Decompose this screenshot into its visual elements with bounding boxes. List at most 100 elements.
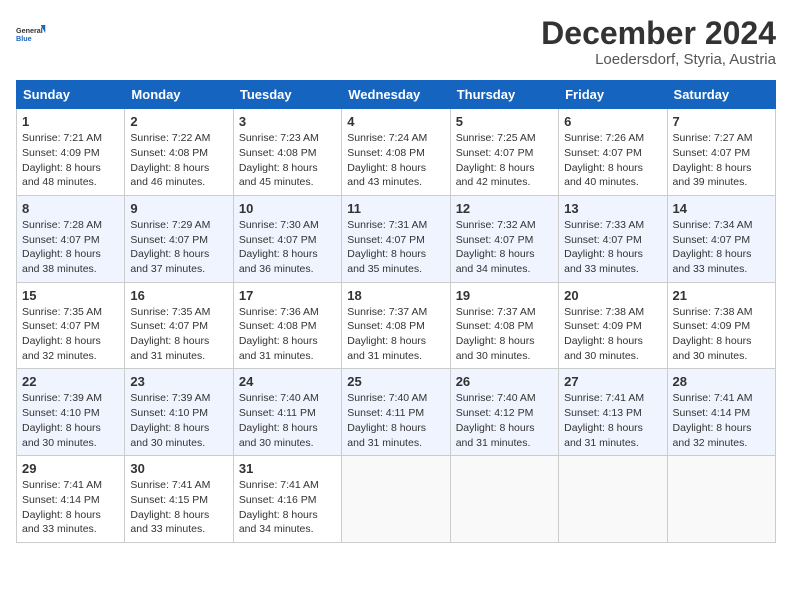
title-section: December 2024 Loedersdorf, Styria, Austr… <box>541 16 776 68</box>
day-info: Sunrise: 7:32 AMSunset: 4:07 PMDaylight:… <box>456 218 553 277</box>
logo-icon: GeneralBlue <box>16 16 52 52</box>
day-number: 1 <box>22 114 119 129</box>
weekday-header: Sunday <box>17 81 125 109</box>
day-number: 24 <box>239 374 336 389</box>
calendar-cell: 26 Sunrise: 7:40 AMSunset: 4:12 PMDayligh… <box>450 369 558 456</box>
day-info: Sunrise: 7:22 AMSunset: 4:08 PMDaylight:… <box>130 131 227 190</box>
day-number: 28 <box>673 374 770 389</box>
day-info: Sunrise: 7:39 AMSunset: 4:10 PMDaylight:… <box>22 391 119 450</box>
day-info: Sunrise: 7:33 AMSunset: 4:07 PMDaylight:… <box>564 218 661 277</box>
month-title: December 2024 <box>541 16 776 51</box>
calendar-cell: 27 Sunrise: 7:41 AMSunset: 4:13 PMDayligh… <box>559 369 667 456</box>
calendar-cell: 2 Sunrise: 7:22 AMSunset: 4:08 PMDaylight… <box>125 109 233 196</box>
day-number: 6 <box>564 114 661 129</box>
day-info: Sunrise: 7:37 AMSunset: 4:08 PMDaylight:… <box>456 305 553 364</box>
calendar-cell: 29 Sunrise: 7:41 AMSunset: 4:14 PMDayligh… <box>17 456 125 543</box>
day-info: Sunrise: 7:41 AMSunset: 4:15 PMDaylight:… <box>130 478 227 537</box>
day-number: 7 <box>673 114 770 129</box>
day-number: 25 <box>347 374 444 389</box>
day-info: Sunrise: 7:41 AMSunset: 4:16 PMDaylight:… <box>239 478 336 537</box>
calendar-cell: 3Sunrise: 7:23 AMSunset: 4:08 PMDaylight… <box>233 109 341 196</box>
calendar-cell: 21 Sunrise: 7:38 AMSunset: 4:09 PMDayligh… <box>667 282 775 369</box>
day-info: Sunrise: 7:41 AMSunset: 4:14 PMDaylight:… <box>22 478 119 537</box>
day-number: 2 <box>130 114 227 129</box>
calendar-cell: 10 Sunrise: 7:30 AMSunset: 4:07 PMDayligh… <box>233 195 341 282</box>
day-info: Sunrise: 7:35 AMSunset: 4:07 PMDaylight:… <box>22 305 119 364</box>
day-info: Sunrise: 7:37 AMSunset: 4:08 PMDaylight:… <box>347 305 444 364</box>
calendar-cell <box>559 456 667 543</box>
day-number: 8 <box>22 201 119 216</box>
calendar-cell: 24 Sunrise: 7:40 AMSunset: 4:11 PMDayligh… <box>233 369 341 456</box>
calendar-cell: 22Sunrise: 7:39 AMSunset: 4:10 PMDayligh… <box>17 369 125 456</box>
day-info: Sunrise: 7:41 AMSunset: 4:13 PMDaylight:… <box>564 391 661 450</box>
calendar-cell: 9 Sunrise: 7:29 AMSunset: 4:07 PMDaylight… <box>125 195 233 282</box>
day-number: 20 <box>564 288 661 303</box>
day-info: Sunrise: 7:27 AMSunset: 4:07 PMDaylight:… <box>673 131 770 190</box>
calendar-week-row: 15 Sunrise: 7:35 AMSunset: 4:07 PMDayligh… <box>17 282 776 369</box>
day-info: Sunrise: 7:30 AMSunset: 4:07 PMDaylight:… <box>239 218 336 277</box>
calendar-cell: 17 Sunrise: 7:36 AMSunset: 4:08 PMDayligh… <box>233 282 341 369</box>
calendar-cell: 19Sunrise: 7:37 AMSunset: 4:08 PMDayligh… <box>450 282 558 369</box>
day-info: Sunrise: 7:38 AMSunset: 4:09 PMDaylight:… <box>564 305 661 364</box>
calendar-cell: 16 Sunrise: 7:35 AMSunset: 4:07 PMDayligh… <box>125 282 233 369</box>
weekday-header: Wednesday <box>342 81 450 109</box>
calendar-cell: 30 Sunrise: 7:41 AMSunset: 4:15 PMDayligh… <box>125 456 233 543</box>
day-info: Sunrise: 7:29 AMSunset: 4:07 PMDaylight:… <box>130 218 227 277</box>
calendar-cell: 28 Sunrise: 7:41 AMSunset: 4:14 PMDayligh… <box>667 369 775 456</box>
day-number: 9 <box>130 201 227 216</box>
weekday-header: Friday <box>559 81 667 109</box>
day-info: Sunrise: 7:38 AMSunset: 4:09 PMDaylight:… <box>673 305 770 364</box>
day-info: Sunrise: 7:31 AMSunset: 4:07 PMDaylight:… <box>347 218 444 277</box>
day-info: Sunrise: 7:39 AMSunset: 4:10 PMDaylight:… <box>130 391 227 450</box>
calendar-cell: 12Sunrise: 7:32 AMSunset: 4:07 PMDayligh… <box>450 195 558 282</box>
day-info: Sunrise: 7:35 AMSunset: 4:07 PMDaylight:… <box>130 305 227 364</box>
calendar-table: SundayMondayTuesdayWednesdayThursdayFrid… <box>16 80 776 543</box>
day-number: 27 <box>564 374 661 389</box>
svg-text:General: General <box>16 26 43 35</box>
calendar-cell: 11 Sunrise: 7:31 AMSunset: 4:07 PMDayligh… <box>342 195 450 282</box>
day-number: 11 <box>347 201 444 216</box>
calendar-cell <box>450 456 558 543</box>
day-number: 21 <box>673 288 770 303</box>
page-header: GeneralBlue December 2024 Loedersdorf, S… <box>16 16 776 68</box>
weekday-header: Monday <box>125 81 233 109</box>
day-number: 30 <box>130 461 227 476</box>
calendar-cell: 1 Sunrise: 7:21 AMSunset: 4:09 PMDaylight… <box>17 109 125 196</box>
calendar-cell: 31 Sunrise: 7:41 AMSunset: 4:16 PMDayligh… <box>233 456 341 543</box>
calendar-week-row: 1 Sunrise: 7:21 AMSunset: 4:09 PMDaylight… <box>17 109 776 196</box>
day-info: Sunrise: 7:21 AMSunset: 4:09 PMDaylight:… <box>22 131 119 190</box>
calendar-cell: 15 Sunrise: 7:35 AMSunset: 4:07 PMDayligh… <box>17 282 125 369</box>
day-info: Sunrise: 7:36 AMSunset: 4:08 PMDaylight:… <box>239 305 336 364</box>
calendar-cell: 7 Sunrise: 7:27 AMSunset: 4:07 PMDaylight… <box>667 109 775 196</box>
calendar-cell: 13 Sunrise: 7:33 AMSunset: 4:07 PMDayligh… <box>559 195 667 282</box>
day-info: Sunrise: 7:34 AMSunset: 4:07 PMDaylight:… <box>673 218 770 277</box>
day-info: Sunrise: 7:40 AMSunset: 4:11 PMDaylight:… <box>239 391 336 450</box>
svg-text:Blue: Blue <box>16 34 32 43</box>
calendar-cell: 8Sunrise: 7:28 AMSunset: 4:07 PMDaylight… <box>17 195 125 282</box>
day-info: Sunrise: 7:41 AMSunset: 4:14 PMDaylight:… <box>673 391 770 450</box>
day-number: 26 <box>456 374 553 389</box>
day-number: 14 <box>673 201 770 216</box>
calendar-cell: 6 Sunrise: 7:26 AMSunset: 4:07 PMDaylight… <box>559 109 667 196</box>
calendar-header-row: SundayMondayTuesdayWednesdayThursdayFrid… <box>17 81 776 109</box>
weekday-header: Tuesday <box>233 81 341 109</box>
day-info: Sunrise: 7:40 AMSunset: 4:11 PMDaylight:… <box>347 391 444 450</box>
day-info: Sunrise: 7:24 AMSunset: 4:08 PMDaylight:… <box>347 131 444 190</box>
day-info: Sunrise: 7:40 AMSunset: 4:12 PMDaylight:… <box>456 391 553 450</box>
calendar-cell: 25 Sunrise: 7:40 AMSunset: 4:11 PMDayligh… <box>342 369 450 456</box>
day-number: 3 <box>239 114 336 129</box>
calendar-cell: 4Sunrise: 7:24 AMSunset: 4:08 PMDaylight… <box>342 109 450 196</box>
day-number: 15 <box>22 288 119 303</box>
location-title: Loedersdorf, Styria, Austria <box>541 51 776 68</box>
calendar-cell: 18Sunrise: 7:37 AMSunset: 4:08 PMDayligh… <box>342 282 450 369</box>
day-number: 17 <box>239 288 336 303</box>
day-number: 16 <box>130 288 227 303</box>
calendar-cell: 20 Sunrise: 7:38 AMSunset: 4:09 PMDayligh… <box>559 282 667 369</box>
day-number: 29 <box>22 461 119 476</box>
day-number: 31 <box>239 461 336 476</box>
day-info: Sunrise: 7:26 AMSunset: 4:07 PMDaylight:… <box>564 131 661 190</box>
day-number: 10 <box>239 201 336 216</box>
calendar-cell: 23Sunrise: 7:39 AMSunset: 4:10 PMDayligh… <box>125 369 233 456</box>
day-number: 13 <box>564 201 661 216</box>
weekday-header: Thursday <box>450 81 558 109</box>
